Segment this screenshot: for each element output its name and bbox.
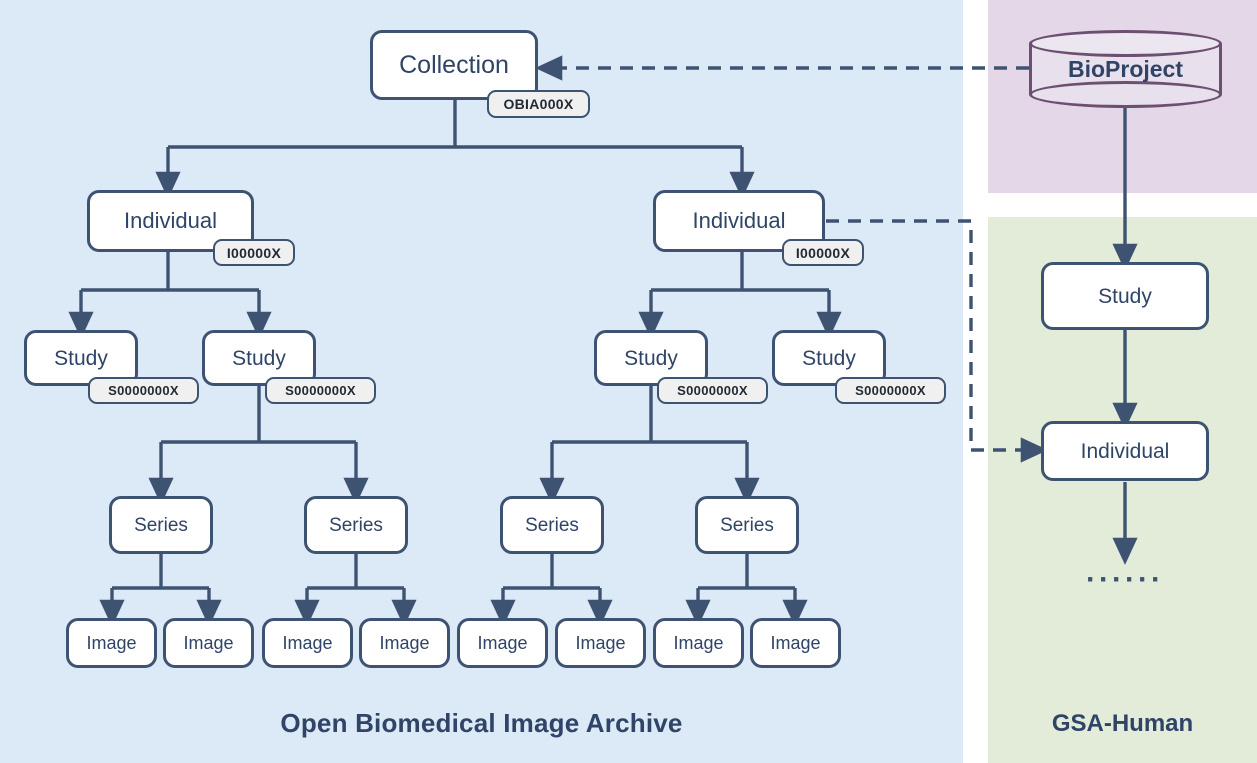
node-individual-right-label: Individual: [692, 208, 786, 233]
node-series-2-label: Series: [329, 514, 383, 536]
node-image-4-label: Image: [379, 633, 430, 653]
chip-study-4-id-text: S0000000X: [855, 383, 926, 398]
node-bioproject-label: BioProject: [1067, 55, 1184, 82]
chip-study-3-id-text: S0000000X: [677, 383, 748, 398]
node-image-5-label: Image: [477, 633, 528, 653]
node-gsa-study[interactable]: Study: [1041, 262, 1209, 330]
node-collection-label: Collection: [399, 50, 509, 79]
chip-collection-id-text: OBIA000X: [503, 96, 574, 112]
node-bioproject-database[interactable]: BioProject: [1029, 30, 1222, 108]
diagram-canvas: Collection OBIA000X Individual I00000X I…: [0, 0, 1257, 763]
chip-collection-id[interactable]: OBIA000X: [487, 90, 590, 118]
chip-study-1-id-text: S0000000X: [108, 383, 179, 398]
chip-study-2-id-text: S0000000X: [285, 383, 356, 398]
node-image-1[interactable]: Image: [66, 618, 157, 668]
node-image-8-label: Image: [770, 633, 821, 653]
node-image-1-label: Image: [86, 633, 137, 653]
chip-individual-right-id-text: I00000X: [795, 244, 851, 261]
node-gsa-individual[interactable]: Individual: [1041, 421, 1209, 481]
node-image-7[interactable]: Image: [653, 618, 744, 668]
node-study-3-label: Study: [624, 346, 678, 370]
node-image-6[interactable]: Image: [555, 618, 646, 668]
node-series-3-label: Series: [525, 514, 579, 536]
node-series-3[interactable]: Series: [500, 496, 604, 554]
chip-study-4-id[interactable]: S0000000X: [835, 377, 946, 404]
node-individual-left-label: Individual: [124, 208, 217, 233]
node-image-3-label: Image: [282, 633, 333, 653]
chip-individual-right-id[interactable]: I00000X: [782, 239, 864, 266]
node-image-8[interactable]: Image: [750, 618, 841, 668]
node-image-2[interactable]: Image: [163, 618, 254, 668]
node-image-2-label: Image: [183, 633, 234, 653]
chip-individual-left-id[interactable]: I00000X: [213, 239, 295, 266]
node-study-2-label: Study: [232, 346, 286, 370]
chip-individual-left-id-text: I00000X: [226, 244, 282, 261]
node-image-6-label: Image: [575, 633, 626, 653]
node-image-3[interactable]: Image: [262, 618, 353, 668]
node-series-1-label: Series: [134, 514, 188, 536]
node-gsa-individual-label: Individual: [1080, 439, 1170, 463]
node-study-1-label: Study: [54, 346, 108, 370]
node-image-4[interactable]: Image: [359, 618, 450, 668]
chip-study-2-id[interactable]: S0000000X: [265, 377, 376, 404]
node-study-4-label: Study: [802, 346, 856, 370]
node-series-1[interactable]: Series: [109, 496, 213, 554]
node-gsa-study-label: Study: [1098, 284, 1152, 308]
node-image-7-label: Image: [673, 633, 724, 653]
node-series-4-label: Series: [720, 514, 774, 536]
gsa-ellipsis: ······: [1086, 563, 1164, 596]
node-series-4[interactable]: Series: [695, 496, 799, 554]
node-image-5[interactable]: Image: [457, 618, 548, 668]
chip-study-3-id[interactable]: S0000000X: [657, 377, 768, 404]
chip-study-1-id[interactable]: S0000000X: [88, 377, 199, 404]
node-series-2[interactable]: Series: [304, 496, 408, 554]
